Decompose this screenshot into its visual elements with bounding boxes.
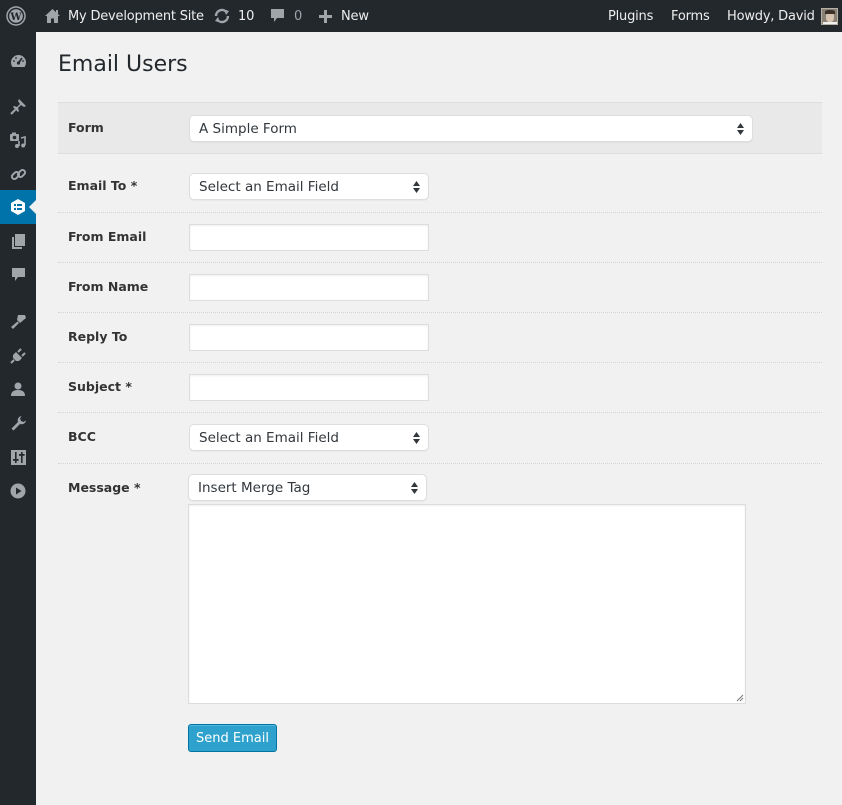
site-name-link[interactable]: My Development Site bbox=[44, 0, 204, 32]
form-label: Form bbox=[68, 120, 104, 135]
dashboard-icon bbox=[10, 54, 26, 67]
email-to-select[interactable]: Select an Email Field bbox=[189, 173, 429, 200]
comments-icon bbox=[11, 268, 25, 281]
forms-icon bbox=[11, 199, 25, 215]
avatar bbox=[820, 7, 838, 25]
wordpress-logo-button[interactable]: W bbox=[6, 0, 26, 32]
forms-link[interactable]: Forms bbox=[671, 0, 710, 32]
plus-icon bbox=[319, 9, 332, 23]
users-icon bbox=[11, 382, 25, 396]
comments-link[interactable]: 0 bbox=[270, 0, 302, 32]
bcc-select[interactable]: Select an Email Field bbox=[189, 424, 429, 451]
media-play-icon bbox=[10, 483, 26, 499]
subject-input[interactable] bbox=[189, 374, 429, 401]
message-label: Message * bbox=[68, 480, 141, 495]
select-arrows-icon bbox=[413, 181, 420, 193]
new-content-link[interactable]: New bbox=[319, 0, 369, 32]
reply-to-label: Reply To bbox=[68, 329, 128, 344]
media-icon bbox=[10, 132, 26, 148]
resize-grip-icon[interactable] bbox=[736, 694, 744, 702]
email-to-value: Select an Email Field bbox=[199, 178, 339, 195]
menu-plugins[interactable] bbox=[0, 338, 36, 372]
menu-posts[interactable] bbox=[0, 89, 36, 123]
comments-count: 0 bbox=[294, 8, 303, 24]
links-icon bbox=[10, 168, 26, 180]
reply-to-row: Reply To bbox=[58, 313, 822, 363]
pages-icon bbox=[11, 233, 25, 249]
menu-appearance[interactable] bbox=[0, 304, 36, 338]
home-icon bbox=[45, 9, 60, 23]
tools-wrench-icon bbox=[11, 415, 26, 430]
menu-comments[interactable] bbox=[0, 258, 36, 292]
appearance-brush-icon bbox=[10, 314, 26, 329]
posts-pin-icon bbox=[9, 98, 26, 115]
menu-dashboard[interactable] bbox=[0, 44, 36, 78]
menu-forms[interactable] bbox=[0, 190, 36, 224]
updates-count: 10 bbox=[238, 8, 255, 24]
howdy-label: Howdy, David bbox=[727, 8, 815, 24]
message-textarea[interactable] bbox=[188, 504, 746, 704]
updates-refresh-icon bbox=[214, 8, 230, 24]
bcc-row: BCC Select an Email Field bbox=[58, 413, 822, 464]
svg-text:W: W bbox=[9, 12, 22, 23]
bcc-label: BCC bbox=[68, 429, 96, 444]
from-name-row: From Name bbox=[58, 263, 822, 313]
subject-label: Subject * bbox=[68, 379, 132, 394]
menu-media-player[interactable] bbox=[0, 474, 36, 508]
send-email-label: Send Email bbox=[196, 730, 269, 746]
from-email-row: From Email bbox=[58, 213, 822, 263]
select-arrows-icon bbox=[411, 482, 418, 494]
menu-links[interactable] bbox=[0, 157, 36, 191]
main-content: Email Users Form A Simple Form Email To … bbox=[36, 32, 842, 805]
menu-tools[interactable] bbox=[0, 406, 36, 440]
subject-row: Subject * bbox=[58, 363, 822, 413]
new-label: New bbox=[341, 8, 369, 24]
settings-sliders-icon bbox=[10, 449, 26, 465]
updates-link[interactable]: 10 bbox=[213, 0, 254, 32]
forms-label: Forms bbox=[671, 8, 710, 24]
menu-pages[interactable] bbox=[0, 224, 36, 258]
menu-settings[interactable] bbox=[0, 440, 36, 474]
menu-users[interactable] bbox=[0, 372, 36, 406]
comment-bubble-icon bbox=[271, 9, 284, 22]
page-title: Email Users bbox=[58, 52, 188, 77]
menu-media[interactable] bbox=[0, 123, 36, 157]
form-select[interactable]: A Simple Form bbox=[189, 115, 753, 142]
email-to-row: Email To * Select an Email Field bbox=[58, 155, 822, 213]
my-account-link[interactable]: Howdy, David bbox=[727, 0, 838, 32]
email-to-label: Email To * bbox=[68, 178, 138, 193]
from-email-label: From Email bbox=[68, 229, 147, 244]
wordpress-logo-icon: W bbox=[6, 6, 26, 26]
admin-bar: W My Development Site 10 0 New Plugins F… bbox=[0, 0, 842, 32]
merge-tag-value: Insert Merge Tag bbox=[198, 479, 311, 496]
select-arrows-icon bbox=[737, 123, 744, 135]
merge-tag-select[interactable]: Insert Merge Tag bbox=[188, 474, 427, 501]
send-email-button[interactable]: Send Email bbox=[188, 724, 277, 752]
from-name-input[interactable] bbox=[189, 274, 429, 301]
from-name-label: From Name bbox=[68, 279, 149, 294]
plugins-link[interactable]: Plugins bbox=[608, 0, 653, 32]
form-select-value: A Simple Form bbox=[199, 120, 297, 137]
plugins-label: Plugins bbox=[608, 8, 654, 24]
select-arrows-icon bbox=[413, 432, 420, 444]
admin-menu bbox=[0, 32, 36, 805]
from-email-input[interactable] bbox=[189, 224, 429, 251]
reply-to-input[interactable] bbox=[189, 324, 429, 351]
site-name: My Development Site bbox=[68, 8, 204, 24]
plugins-icon bbox=[9, 347, 26, 364]
form-select-row: Form A Simple Form bbox=[58, 102, 822, 154]
bcc-value: Select an Email Field bbox=[199, 429, 339, 446]
